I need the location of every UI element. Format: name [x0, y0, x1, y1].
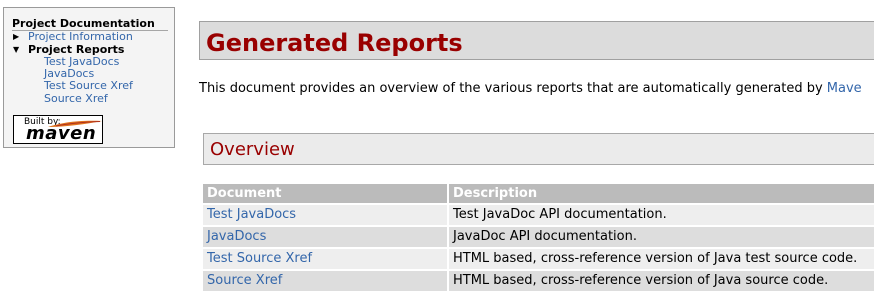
description-cell: HTML based, cross-reference version of J…	[449, 271, 874, 291]
intro-paragraph: This document provides an overview of th…	[199, 80, 874, 98]
nav-item-project-reports[interactable]: ▼ Project Reports	[12, 42, 174, 57]
maven-logo-text: maven	[26, 123, 97, 144]
document-cell[interactable]: JavaDocs	[203, 227, 447, 247]
built-by-maven-badge[interactable]: Built by: maven	[13, 115, 103, 144]
nav-subitem-source-xref[interactable]: Source Xref	[12, 92, 174, 105]
document-cell[interactable]: Test Source Xref	[203, 249, 447, 269]
description-cell: Test JavaDoc API documentation.	[449, 205, 874, 225]
page-title: Generated Reports	[206, 29, 463, 57]
navigation-column: Project Documentation ▶ Project Informat…	[3, 7, 175, 148]
document-link[interactable]: Test JavaDocs	[207, 207, 296, 222]
document-cell[interactable]: Source Xref	[203, 271, 447, 291]
table-row: Source Xref HTML based, cross-reference …	[203, 271, 874, 291]
column-header-document: Document	[203, 184, 447, 203]
table-row: JavaDocs JavaDoc API documentation.	[203, 227, 874, 247]
page-title-box: Generated Reports	[199, 21, 874, 60]
table-row: Test JavaDocs Test JavaDoc API documenta…	[203, 205, 874, 225]
intro-link[interactable]: Mave	[827, 81, 862, 96]
collapsed-arrow-icon: ▶	[13, 32, 20, 41]
reports-table: Document Description Test JavaDocs Test …	[201, 182, 874, 293]
nav-item-label: Project Reports	[28, 42, 125, 56]
document-link[interactable]: JavaDocs	[207, 229, 266, 244]
document-link[interactable]: Source Xref	[207, 273, 282, 288]
description-cell: HTML based, cross-reference version of J…	[449, 249, 874, 269]
section-title-box: Overview	[203, 133, 874, 165]
table-header-row: Document Description	[203, 184, 874, 203]
intro-text: This document provides an overview of th…	[199, 81, 827, 96]
nav-title: Project Documentation	[12, 17, 168, 31]
section-title: Overview	[210, 139, 295, 160]
column-header-description: Description	[449, 184, 874, 203]
expanded-arrow-icon: ▼	[13, 44, 20, 54]
nav-item-label[interactable]: Project Information	[28, 30, 133, 43]
description-cell: JavaDoc API documentation.	[449, 227, 874, 247]
document-cell[interactable]: Test JavaDocs	[203, 205, 447, 225]
table-row: Test Source Xref HTML based, cross-refer…	[203, 249, 874, 269]
document-link[interactable]: Test Source Xref	[207, 251, 312, 266]
nav-subitem-test-source-xref[interactable]: Test Source Xref	[12, 80, 174, 92]
